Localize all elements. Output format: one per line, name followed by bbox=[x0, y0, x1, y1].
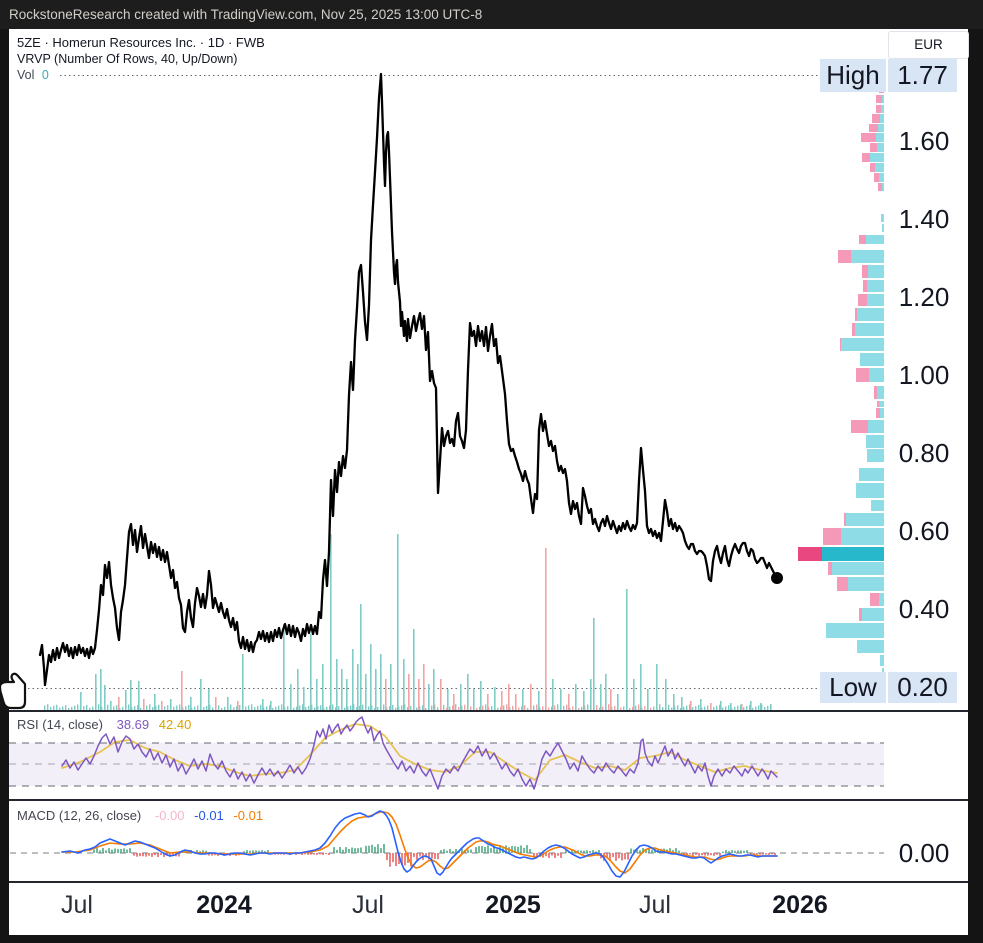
price-tick-label: 1.00 bbox=[888, 359, 960, 391]
volume-legend[interactable]: Vol 0 bbox=[17, 68, 49, 82]
currency-label: EUR bbox=[914, 37, 943, 52]
time-axis-label: 2024 bbox=[196, 891, 252, 920]
low-label-text: Low bbox=[829, 672, 877, 702]
macd-line-value: -0.01 bbox=[194, 808, 224, 823]
currency-button[interactable]: EUR bbox=[888, 31, 969, 59]
macd-signal-value: -0.01 bbox=[233, 808, 263, 823]
price-tick-label: 0.80 bbox=[888, 437, 960, 469]
symbol-title[interactable]: 5ZE · Homerun Resources Inc. · 1D · FWB bbox=[17, 35, 265, 50]
macd-legend[interactable]: MACD (12, 26, close) -0.00 -0.01 -0.01 bbox=[17, 808, 263, 823]
hand-pointer-sticker-icon[interactable] bbox=[0, 670, 28, 714]
low-value-text: 0.20 bbox=[897, 672, 948, 702]
attribution-bar: RockstoneResearch created with TradingVi… bbox=[0, 0, 983, 29]
rsi-value: 38.69 bbox=[117, 717, 150, 732]
macd-hist-value: -0.00 bbox=[155, 808, 185, 823]
price-tick-label: 0.40 bbox=[888, 593, 960, 625]
high-label: High bbox=[820, 59, 886, 92]
time-axis-label: Jul bbox=[639, 891, 671, 920]
indicator-vrvp-text: VRVP (Number Of Rows, 40, Up/Down) bbox=[17, 52, 237, 66]
rsi-legend[interactable]: RSI (14, close) 38.69 42.40 bbox=[17, 717, 191, 732]
macd-zero-label: 0.00 bbox=[888, 837, 960, 869]
volume-legend-value: 0 bbox=[42, 68, 49, 82]
separator-macd-timeaxis[interactable] bbox=[9, 881, 968, 883]
price-tick-label: 1.60 bbox=[888, 125, 960, 157]
time-axis-label: 2026 bbox=[772, 891, 828, 920]
rsi-legend-label: RSI (14, close) bbox=[17, 717, 103, 732]
indicator-vrvp-label[interactable]: VRVP (Number Of Rows, 40, Up/Down) bbox=[17, 52, 237, 66]
separator-main-rsi[interactable] bbox=[9, 710, 968, 712]
macd-legend-label: MACD (12, 26, close) bbox=[17, 808, 141, 823]
high-label-text: High bbox=[826, 60, 879, 90]
high-value-text: 1.77 bbox=[897, 60, 948, 90]
volume-legend-label: Vol bbox=[17, 68, 34, 82]
low-value: 0.20 bbox=[888, 672, 957, 703]
price-tick-label: 1.40 bbox=[888, 203, 960, 235]
time-axis-label: Jul bbox=[61, 891, 93, 920]
low-label: Low bbox=[820, 672, 886, 703]
symbol-title-text: 5ZE · Homerun Resources Inc. · 1D · FWB bbox=[17, 35, 265, 50]
price-tick-label: 0.60 bbox=[888, 515, 960, 547]
tradingview-chart-screenshot: RockstoneResearch created with TradingVi… bbox=[0, 0, 983, 943]
high-value: 1.77 bbox=[888, 59, 957, 92]
time-axis-label: Jul bbox=[352, 891, 384, 920]
price-tick-label: 1.20 bbox=[888, 281, 960, 313]
macd-zero-text: 0.00 bbox=[899, 838, 950, 868]
rsi-ma-value: 42.40 bbox=[159, 717, 192, 732]
attribution-text: RockstoneResearch created with TradingVi… bbox=[9, 7, 482, 22]
time-axis-label: 2025 bbox=[485, 891, 541, 920]
separator-rsi-macd[interactable] bbox=[9, 799, 968, 801]
